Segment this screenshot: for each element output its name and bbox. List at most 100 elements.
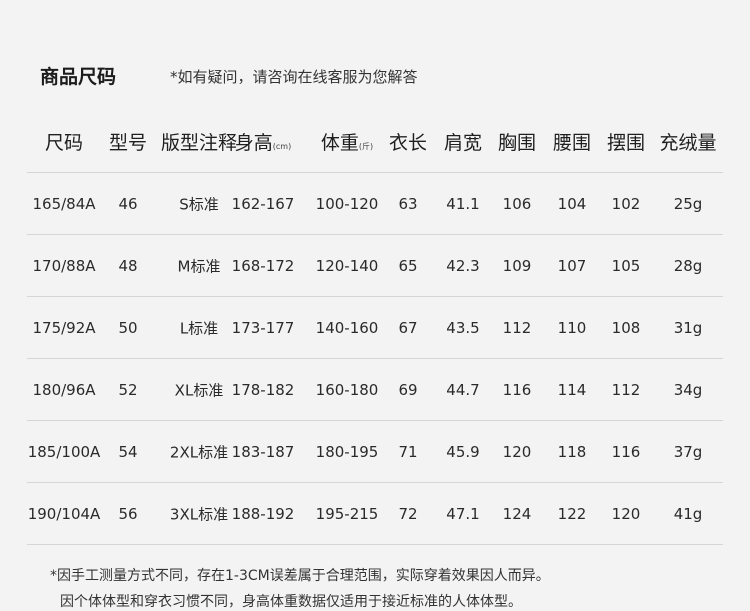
cell-hem: 116 (611, 442, 641, 461)
header-weight-label: 体重 (320, 132, 359, 154)
cell-chest: 120 (502, 442, 532, 461)
header-weight: 体重(斤) (321, 128, 373, 155)
cell-shoulder: 47.1 (446, 504, 480, 523)
cell-model: 48 (118, 256, 138, 275)
cell-fit: 2XL标准 (169, 443, 229, 461)
header-fill: 充绒量 (659, 128, 716, 155)
page-title: 商品尺码 (40, 66, 117, 88)
header-length-label: 衣长 (388, 132, 428, 154)
cell-waist: 118 (557, 442, 587, 461)
header-model: 型号 (109, 128, 147, 155)
cell-waist: 114 (557, 380, 587, 399)
cell-length: 63 (398, 194, 418, 213)
header-fit-label: 版型注释 (160, 132, 238, 154)
header-fit: 版型注释 (161, 128, 237, 155)
header-chest: 胸围 (498, 128, 536, 155)
footnote-body-type: 因个体体型和穿衣习惯不同，身高体重数据仅适用于接近标准的人体体型。 (60, 594, 522, 610)
cell-size: 185/100A (27, 442, 101, 461)
cell-height: 173-177 (231, 318, 295, 337)
size-table-header: 尺码 型号 版型注释 身高(cm) 体重(斤) 衣长 肩宽 胸围 腰围 摆围 充绒量 (27, 128, 723, 156)
header-shoulder-label: 肩宽 (443, 132, 483, 154)
cell-shoulder: 42.3 (446, 256, 480, 275)
table-row: 170/88A 48 M标准 168-172 120-140 65 42.3 109 107 10… (27, 235, 723, 297)
cell-shoulder: 44.7 (446, 380, 480, 399)
cell-hem: 112 (611, 380, 641, 399)
table-row: 185/100A 54 2XL标准 183-187 180-195 71 45.9 120 11… (27, 421, 723, 483)
cell-waist: 122 (557, 504, 587, 523)
header-height: 身高(cm) (235, 128, 291, 155)
size-table-body: 165/84A 46 S标准 162-167 100-120 63 41.1 106 104 10… (27, 172, 723, 545)
cell-weight: 160-180 (315, 380, 379, 399)
table-row: 190/104A 56 3XL标准 188-192 195-215 72 47.1 124 12… (27, 483, 723, 545)
cell-waist: 107 (557, 256, 587, 275)
cell-fill: 28g (673, 256, 703, 275)
header-size-label: 尺码 (44, 132, 84, 154)
cell-length: 67 (398, 318, 418, 337)
cell-fill: 41g (673, 504, 703, 523)
cell-size: 190/104A (27, 504, 101, 523)
header-hem-label: 摆围 (606, 132, 646, 154)
cell-height: 188-192 (231, 504, 295, 523)
cell-model: 52 (118, 380, 138, 399)
cell-waist: 110 (557, 318, 587, 337)
cell-weight: 100-120 (315, 194, 379, 213)
cell-fit: 3XL标准 (169, 505, 229, 523)
cell-waist: 104 (557, 194, 587, 213)
header-waist-label: 腰围 (552, 132, 592, 154)
cell-hem: 120 (611, 504, 641, 523)
cell-model: 54 (118, 442, 138, 461)
cell-size: 170/88A (32, 256, 96, 275)
cell-fill: 34g (673, 380, 703, 399)
cell-chest: 124 (502, 504, 532, 523)
cell-weight: 120-140 (315, 256, 379, 275)
cell-hem: 105 (611, 256, 641, 275)
cell-size: 180/96A (32, 380, 96, 399)
cell-fit: L标准 (179, 319, 219, 337)
header-hem: 摆围 (607, 128, 645, 155)
cell-size: 175/92A (32, 318, 96, 337)
cell-weight: 180-195 (315, 442, 379, 461)
cell-fill: 31g (673, 318, 703, 337)
cell-fit: XL标准 (174, 381, 224, 399)
footnote-measurement: *因手工测量方式不同，存在1-3CM误差属于合理范围，实际穿着效果因人而异。 (50, 568, 550, 584)
customer-service-note: *如有疑问，请咨询在线客服为您解答 (170, 68, 418, 86)
header-size: 尺码 (45, 128, 83, 155)
cell-fit: M标准 (177, 257, 221, 275)
cell-length: 72 (398, 504, 418, 523)
cell-weight: 140-160 (315, 318, 379, 337)
header-height-label: 身高 (234, 132, 273, 154)
cell-fit: S标准 (179, 195, 219, 213)
header-model-label: 型号 (108, 132, 148, 154)
cell-shoulder: 41.1 (446, 194, 480, 213)
table-row: 165/84A 46 S标准 162-167 100-120 63 41.1 106 104 10… (27, 172, 723, 235)
cell-model: 46 (118, 194, 138, 213)
cell-size: 165/84A (32, 194, 96, 213)
header-shoulder: 肩宽 (444, 128, 482, 155)
cell-hem: 102 (611, 194, 641, 213)
cell-model: 56 (118, 504, 138, 523)
cell-shoulder: 45.9 (446, 442, 480, 461)
cell-fill: 25g (673, 194, 703, 213)
cell-length: 65 (398, 256, 418, 275)
cell-model: 50 (118, 318, 138, 337)
table-row: 175/92A 50 L标准 173-177 140-160 67 43.5 112 110 10… (27, 297, 723, 359)
cell-length: 71 (398, 442, 418, 461)
table-row: 180/96A 52 XL标准 178-182 160-180 69 44.7 116 114 1… (27, 359, 723, 421)
header-length: 衣长 (389, 128, 427, 155)
cell-height: 168-172 (231, 256, 295, 275)
cell-chest: 116 (502, 380, 532, 399)
cell-weight: 195-215 (315, 504, 379, 523)
header-weight-unit: (斤) (358, 142, 374, 151)
cell-fill: 37g (673, 442, 703, 461)
cell-hem: 108 (611, 318, 641, 337)
header-height-unit: (cm) (272, 142, 292, 151)
cell-height: 183-187 (231, 442, 295, 461)
cell-length: 69 (398, 380, 418, 399)
cell-chest: 106 (502, 194, 532, 213)
header-chest-label: 胸围 (497, 132, 537, 154)
cell-chest: 112 (502, 318, 532, 337)
header-fill-label: 充绒量 (659, 132, 717, 154)
cell-height: 162-167 (231, 194, 295, 213)
cell-shoulder: 43.5 (446, 318, 480, 337)
cell-chest: 109 (502, 256, 532, 275)
